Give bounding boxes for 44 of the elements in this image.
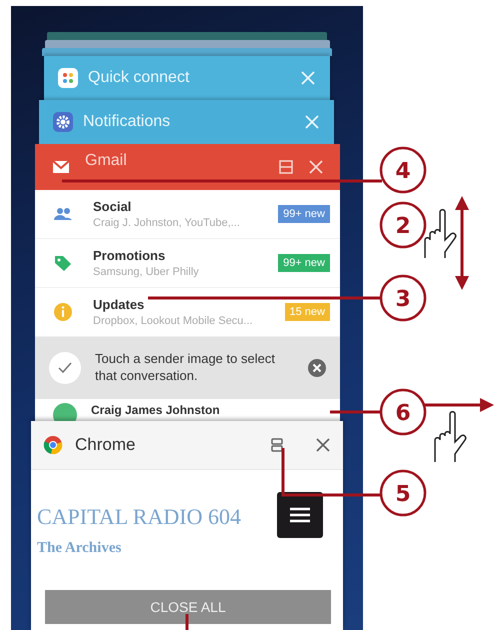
senders-text: Craig J. Johnston, YouTube,... — [93, 217, 241, 229]
callout-number: 5 — [380, 470, 426, 516]
senders-text: Samsung, Uber Philly — [93, 266, 200, 278]
site-subtitle: The Archives — [37, 540, 122, 557]
app-title: Quick connect — [88, 69, 190, 87]
leader-line — [330, 410, 380, 414]
sender-name: Craig James Johnston — [91, 403, 220, 417]
app-card[interactable]: Quick connect — [44, 56, 330, 100]
avatar — [53, 403, 77, 421]
app-title: Gmail — [85, 152, 127, 170]
split-view-icon[interactable] — [269, 437, 285, 453]
count-badge: 99+ new — [278, 254, 330, 272]
dismiss-icon[interactable] — [308, 359, 326, 377]
leader-line — [186, 614, 188, 630]
senders-text: Dropbox, Lookout Mobile Secu... — [93, 315, 254, 327]
category-name: Updates — [93, 297, 146, 312]
app-card[interactable]: Notifications — [39, 100, 334, 144]
split-view-icon[interactable] — [278, 159, 294, 175]
dots-icon — [58, 68, 78, 88]
gmail-card[interactable] — [35, 144, 340, 421]
category-name: Promotions — [93, 248, 166, 263]
menu-button[interactable] — [277, 492, 323, 538]
hand-icon — [424, 209, 456, 259]
tag-icon — [53, 253, 73, 273]
gear-icon — [53, 112, 73, 132]
tip-text: Touch a sender image to select that conversation. — [95, 351, 276, 385]
menu-icon — [290, 507, 310, 523]
count-badge: 99+ new — [278, 205, 330, 223]
hand-icon — [434, 411, 466, 463]
category-name: Social — [93, 199, 132, 214]
check-icon — [58, 362, 72, 374]
site-title: CAPITAL RADIO 604 — [37, 504, 242, 530]
callout-number: 3 — [380, 274, 426, 322]
chrome-card[interactable]: Chrome CAPITAL RADIO 604 The Archives CLOSE ALL — [31, 421, 343, 630]
chrome-logo-icon — [43, 435, 63, 455]
info-icon — [53, 302, 73, 322]
callout-number: 2 — [380, 202, 426, 248]
callout-number: 4 — [380, 146, 426, 194]
close-all-button[interactable]: CLOSE ALL — [45, 590, 331, 624]
app-title: Chrome — [75, 435, 136, 455]
close-icon[interactable] — [315, 437, 331, 453]
app-title: Notifications — [83, 113, 172, 131]
callout-number: 6 — [380, 388, 426, 436]
count-badge: 15 new — [284, 303, 330, 321]
